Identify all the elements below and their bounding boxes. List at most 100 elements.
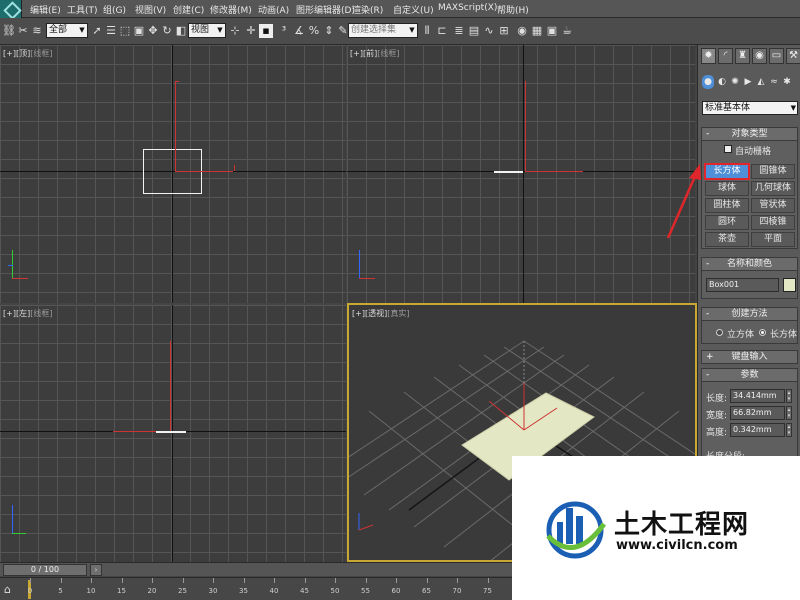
schematic-view-icon[interactable]: ⊞ (497, 24, 511, 38)
box-object-left-view[interactable] (156, 431, 186, 433)
named-selection-sets-placeholder: 创建选择集 (351, 25, 397, 35)
menu-graph-editors[interactable]: 图形编辑器(D) (296, 3, 355, 16)
category-dropdown[interactable]: 标准基本体 ▼ (702, 101, 798, 115)
space-warps-icon[interactable]: ≈ (768, 75, 780, 89)
render-production-icon[interactable]: ☕ (560, 24, 574, 38)
plane-button[interactable]: 平面 (751, 232, 795, 247)
named-selection-sets-dropdown[interactable]: 创建选择集 ▼ (348, 23, 418, 38)
highlight-box (704, 163, 750, 180)
material-editor-icon[interactable]: ◉ (515, 24, 529, 38)
menu-rendering[interactable]: 渲染(R) (352, 3, 383, 16)
percent-snap-icon[interactable]: % (307, 24, 321, 38)
sphere-button[interactable]: 球体 (705, 181, 749, 196)
menu-maxscript[interactable]: MAXScript(X) (438, 3, 497, 13)
object-color-swatch[interactable] (783, 278, 796, 292)
cube-radio[interactable] (716, 329, 723, 336)
align-icon[interactable]: ⊏ (435, 24, 449, 38)
select-move-icon[interactable]: ✥ (146, 24, 160, 38)
render-setup-icon[interactable]: ▦ (530, 24, 544, 38)
menu-group[interactable]: 组(G) (103, 3, 126, 16)
time-slider[interactable]: 0 / 100 (3, 564, 87, 576)
app-logo-icon[interactable] (0, 0, 22, 18)
select-rotate-icon[interactable]: ↻ (160, 24, 174, 38)
keyboard-shortcut-override-icon[interactable]: ▪ (259, 24, 273, 38)
lights-icon[interactable]: ✺ (729, 75, 741, 89)
viewport-label[interactable]: [+][前][线框] (350, 48, 399, 59)
layer-manager-icon[interactable]: ≣ (452, 24, 466, 38)
curve-editor-icon[interactable]: ∿ (482, 24, 496, 38)
hierarchy-tab-icon[interactable]: ♜ (735, 48, 750, 64)
object-name-field[interactable]: Box001 (706, 278, 779, 292)
menu-animation[interactable]: 动画(A) (258, 3, 289, 16)
height-field[interactable]: 0.342mm (730, 423, 785, 437)
box-button[interactable]: 长方体 (704, 163, 750, 180)
menu-customize[interactable]: 自定义(U) (393, 3, 434, 16)
graphite-tools-icon[interactable]: ▤ (467, 24, 481, 38)
systems-icon[interactable]: ✱ (781, 75, 793, 89)
menu-create[interactable]: 创建(C) (173, 3, 204, 16)
menu-help[interactable]: 帮助(H) (497, 3, 529, 16)
select-by-name-icon[interactable]: ☰ (104, 24, 118, 38)
gizmo-z-axis (170, 341, 171, 431)
window-crossing-icon[interactable]: ▣ (132, 24, 146, 38)
unlink-icon[interactable]: ✂ (16, 24, 30, 38)
spinner-snap-icon[interactable]: ⇕ (322, 24, 336, 38)
creation-method-header[interactable]: - 创建方法 (702, 308, 797, 321)
length-field[interactable]: 34.414mm (730, 389, 785, 403)
utilities-tab-icon[interactable]: ⚒ (786, 48, 800, 64)
name-color-header[interactable]: - 名称和颜色 (702, 258, 797, 271)
shapes-icon[interactable]: ◐ (716, 75, 728, 89)
viewport-label[interactable]: [+][左][线框] (3, 308, 52, 319)
motion-tab-icon[interactable]: ◉ (752, 48, 767, 64)
rectangular-selection-icon[interactable]: ⬚ (118, 24, 132, 38)
tube-button[interactable]: 管状体 (751, 198, 795, 213)
menu-modifiers[interactable]: 修改器(M) (210, 3, 252, 16)
watermark-url: www.civilcn.com (616, 538, 738, 553)
menu-views[interactable]: 视图(V) (135, 3, 166, 16)
chevron-right-icon[interactable]: › (90, 564, 102, 576)
width-spinner[interactable]: ▴ ▾ (786, 406, 792, 420)
geometry-icon[interactable]: ● (702, 75, 714, 89)
rendered-frame-window-icon[interactable]: ▣ (545, 24, 559, 38)
menu-edit[interactable]: 编辑(E) (30, 3, 61, 16)
parameters-header[interactable]: - 参数 (702, 369, 797, 382)
angle-snap-icon[interactable]: ∡ (292, 24, 306, 38)
cylinder-button[interactable]: 圆柱体 (705, 198, 749, 213)
select-scale-icon[interactable]: ◧ (174, 24, 188, 38)
mirror-icon[interactable]: ⫴ (420, 24, 434, 38)
bind-space-warp-icon[interactable]: ≋ (30, 24, 44, 38)
length-spinner[interactable]: ▴ ▾ (786, 389, 792, 403)
modify-tab-icon[interactable]: ◜ (718, 48, 733, 64)
reference-coordinate-dropdown[interactable]: 视图 ▼ (188, 23, 226, 38)
select-link-icon[interactable]: ⛓ (2, 24, 16, 38)
torus-button[interactable]: 圆环 (705, 215, 749, 230)
track-bar-toggle-icon[interactable]: ⌂ (4, 583, 11, 596)
height-spinner[interactable]: ▴ ▾ (786, 423, 792, 437)
autogrid-checkbox[interactable] (724, 145, 732, 153)
gizmo-y-axis (175, 81, 176, 171)
box-radio[interactable] (759, 329, 766, 336)
selection-filter-dropdown[interactable]: 全部 ▼ (46, 23, 88, 38)
helpers-icon[interactable]: ◭ (755, 75, 767, 89)
cameras-icon[interactable]: ▶ (742, 75, 754, 89)
pyramid-button[interactable]: 四棱锥 (751, 215, 795, 230)
select-object-icon[interactable]: ➚ (90, 24, 104, 38)
pivot-center-icon[interactable]: ⊹ (228, 24, 242, 38)
viewport-left[interactable]: [+][左][线框] (0, 305, 346, 562)
viewport-label[interactable]: [+][顶][线框] (3, 48, 52, 59)
box-object-front-view[interactable] (494, 171, 523, 173)
teapot-button[interactable]: 茶壶 (705, 232, 749, 247)
width-field[interactable]: 66.82mm (730, 406, 785, 420)
frame-tick-label: 60 (391, 587, 401, 595)
menu-tools[interactable]: 工具(T) (67, 3, 98, 16)
object-type-header[interactable]: - 对象类型 (702, 128, 797, 141)
select-manipulate-icon[interactable]: ✛ (244, 24, 258, 38)
snaps-toggle-icon[interactable]: ³ (277, 24, 291, 38)
viewport-front[interactable]: [+][前][线框] (347, 45, 695, 303)
display-tab-icon[interactable]: ▭ (769, 48, 784, 64)
keyboard-entry-header[interactable]: + 键盘输入 (702, 351, 797, 364)
cone-button[interactable]: 圆锥体 (751, 164, 795, 179)
geosphere-button[interactable]: 几何球体 (751, 181, 795, 196)
viewport-top[interactable]: [+][顶][线框] (0, 45, 346, 303)
create-tab-icon[interactable]: ✹ (701, 48, 716, 64)
